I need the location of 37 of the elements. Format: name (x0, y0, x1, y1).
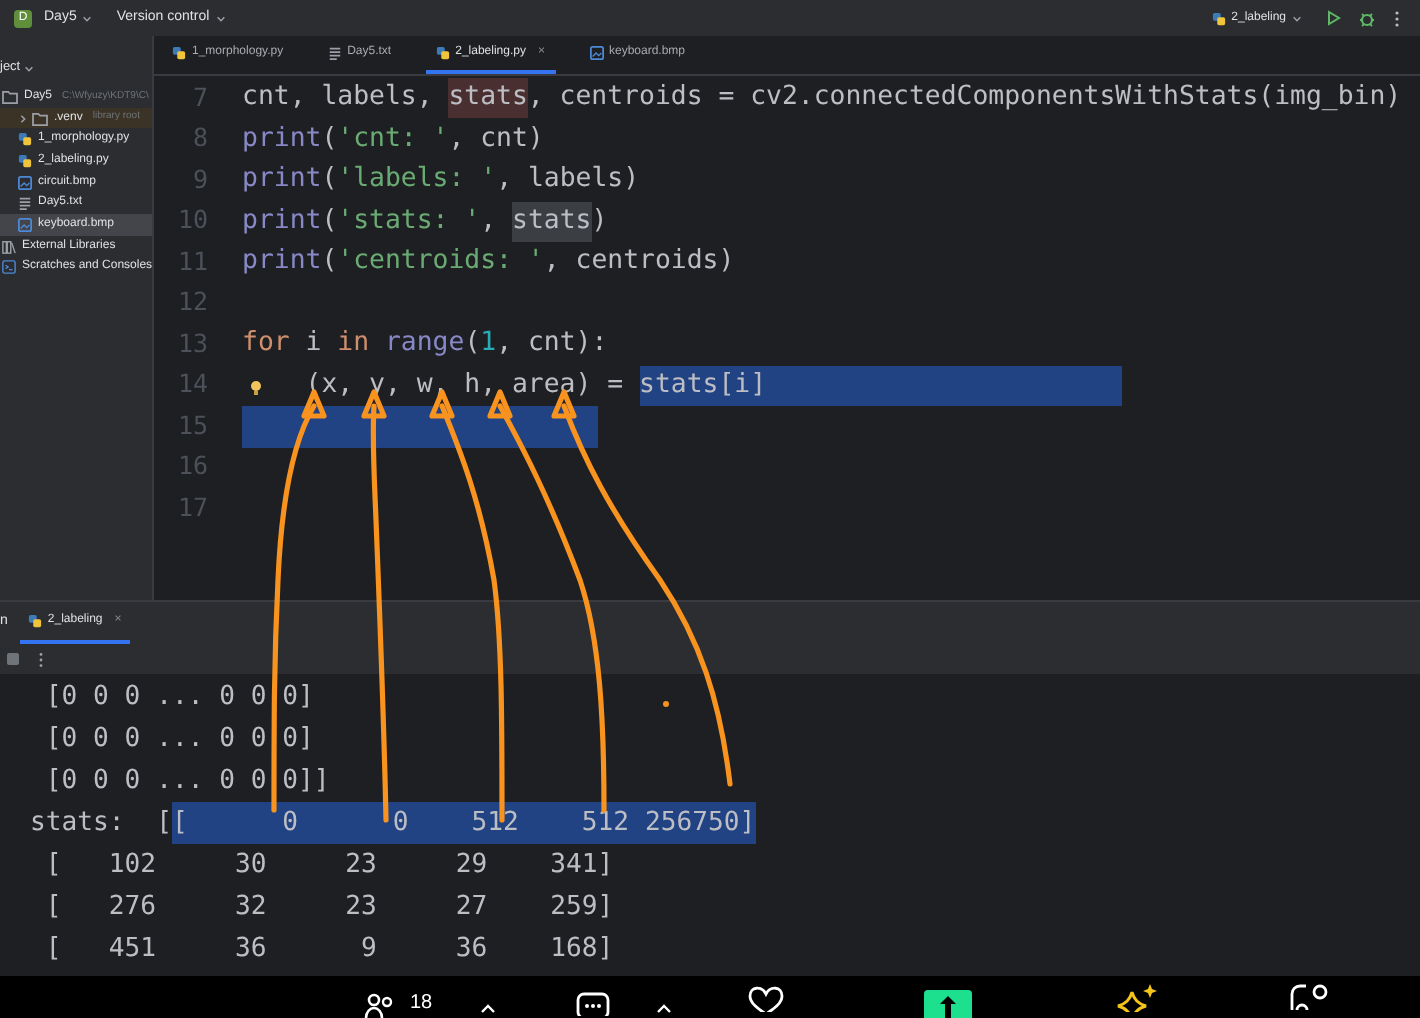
console-line: [ 451 36 9 36 168] (43, 931, 614, 968)
code-line: print('cnt: ', cnt) (242, 121, 544, 158)
run-icon[interactable] (1326, 10, 1342, 26)
more-icon[interactable] (1394, 9, 1400, 27)
console-file-icon (2, 260, 16, 275)
text-file-icon (18, 196, 32, 211)
heart-icon[interactable] (746, 984, 786, 1012)
debug-icon[interactable] (1358, 9, 1376, 27)
ink-dot (663, 701, 669, 707)
lightbulb-icon[interactable] (250, 379, 262, 395)
python-icon (27, 614, 42, 628)
chat-icon[interactable] (576, 988, 612, 1016)
sparkle-icon[interactable] (1114, 984, 1162, 1012)
code-line: cnt, labels, stats, centroids = cv2.connectedComponentsWithStats(img_bin) (242, 78, 1402, 119)
code-line: print('centroids: ', centroids) (242, 244, 735, 281)
console-line: [ 276 32 23 27 259] (43, 889, 614, 926)
console-line: [0 0 0 ... 0 0 0] (43, 679, 314, 716)
code-line: print('stats: ', stats) (242, 201, 608, 242)
code-line: for i in range(1, cnt): (242, 326, 608, 363)
console-line: stats: [[ 0 0 512 512 256750] (30, 802, 756, 844)
image-file-icon (18, 175, 32, 190)
console-line: [0 0 0 ... 0 0 0] (43, 721, 314, 758)
upload-button-icon[interactable] (924, 990, 972, 1018)
image-file-icon (18, 217, 32, 232)
python-icon (1211, 11, 1226, 25)
console-line: [ 102 30 23 29 341] (43, 847, 614, 884)
more-icon[interactable] (38, 651, 44, 667)
code-line: print('labels: ', labels) (242, 162, 640, 199)
image-file-icon (589, 46, 603, 60)
participant-count: 18 (410, 990, 433, 1018)
console-line: [0 0 0 ... 0 0 0]] (43, 763, 330, 800)
python-file-icon (435, 46, 450, 60)
python-file-icon (172, 46, 186, 60)
stop-icon[interactable] (6, 652, 20, 666)
people-icon[interactable] (364, 990, 396, 1018)
books-icon (2, 239, 16, 254)
text-file-icon (327, 46, 342, 60)
